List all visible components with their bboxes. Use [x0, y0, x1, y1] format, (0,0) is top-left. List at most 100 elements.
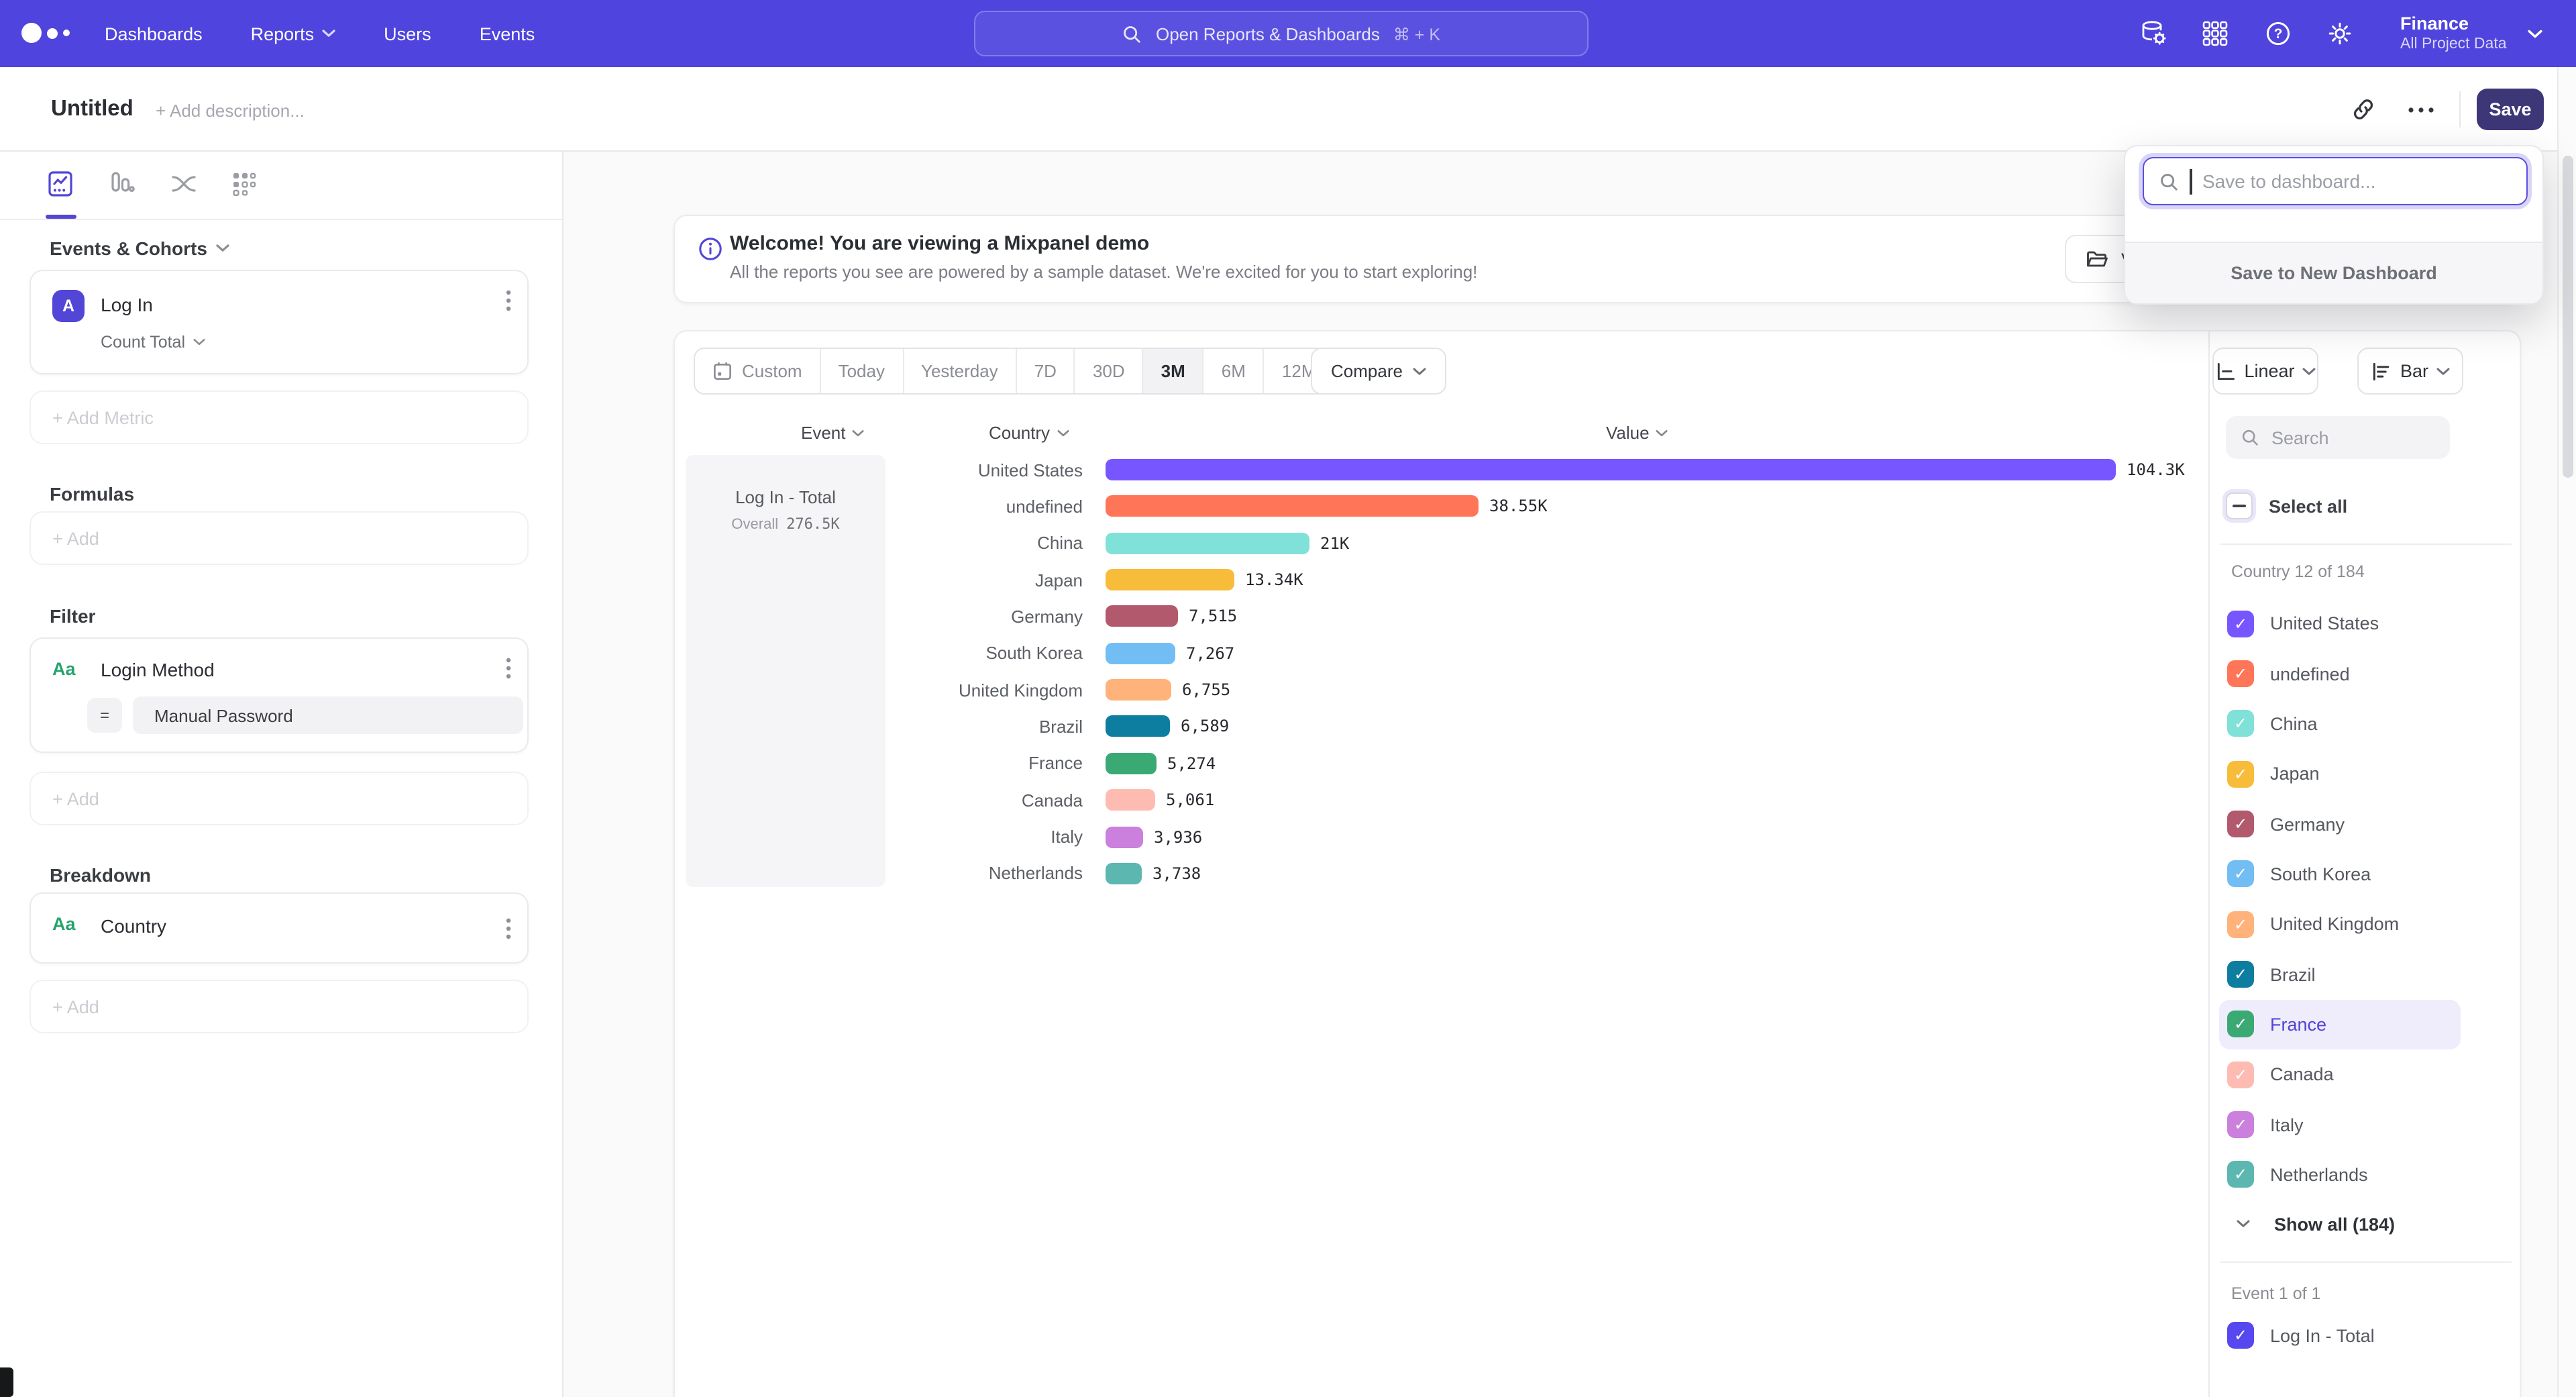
tab-funnels-icon[interactable] — [107, 169, 137, 199]
legend-search-input[interactable]: Search — [2226, 416, 2450, 459]
legend-item-brazil[interactable]: ✓Brazil — [2219, 949, 2461, 1000]
filter-property-name[interactable]: Login Method — [101, 659, 215, 680]
range-today[interactable]: Today — [820, 349, 902, 393]
tab-flows-icon[interactable] — [169, 169, 199, 199]
legend-item-france[interactable]: ✓France — [2219, 1000, 2461, 1050]
checkbox[interactable]: ✓ — [2227, 961, 2254, 988]
bar[interactable] — [1106, 643, 1175, 664]
range-3m[interactable]: 3M — [1142, 349, 1203, 393]
add-filter-button[interactable]: + Add — [30, 772, 529, 825]
bar[interactable] — [1106, 679, 1171, 701]
bar[interactable] — [1106, 459, 2116, 480]
save-dashboard-search-input[interactable]: Save to dashboard... — [2143, 157, 2528, 205]
metric-name[interactable]: Log In — [101, 294, 153, 315]
select-all-row[interactable]: Select all — [2226, 493, 2347, 519]
legend-event-item[interactable]: ✓ Log In - Total — [2227, 1322, 2375, 1349]
bar[interactable] — [1106, 826, 1143, 847]
legend-item-united-states[interactable]: ✓United States — [2219, 599, 2461, 649]
checkbox[interactable]: ✓ — [2227, 1111, 2254, 1138]
help-icon[interactable]: ? — [2263, 19, 2293, 48]
checkbox[interactable]: ✓ — [2227, 911, 2254, 937]
range-30d[interactable]: 30D — [1074, 349, 1142, 393]
checkbox[interactable]: ✓ — [2227, 1322, 2254, 1349]
checkbox[interactable]: ✓ — [2227, 760, 2254, 787]
copy-link-icon[interactable] — [2351, 97, 2376, 122]
checkbox[interactable]: ✓ — [2227, 1062, 2254, 1088]
range-7d[interactable]: 7D — [1016, 349, 1074, 393]
more-actions-icon[interactable] — [2408, 107, 2434, 113]
filter-card-login-method[interactable]: Aa Login Method = Manual Password — [30, 637, 529, 753]
mixpanel-logo[interactable] — [21, 23, 70, 43]
legend-item-south-korea[interactable]: ✓South Korea — [2219, 849, 2461, 899]
show-all-toggle[interactable]: Show all (184) — [2210, 1204, 2395, 1244]
legend-item-germany[interactable]: ✓Germany — [2219, 799, 2461, 849]
legend-item-japan[interactable]: ✓Japan — [2219, 749, 2461, 799]
column-header-value[interactable]: Value — [1606, 423, 1668, 443]
apps-grid-icon[interactable] — [2200, 19, 2230, 48]
report-title[interactable]: Untitled — [51, 97, 133, 122]
legend-item-canada[interactable]: ✓Canada — [2219, 1049, 2461, 1100]
column-header-country[interactable]: Country — [989, 423, 1069, 443]
breakdown-card-country[interactable]: Aa Country — [30, 892, 529, 964]
page-scrollbar[interactable] — [2557, 67, 2576, 1397]
checkbox[interactable]: ✓ — [2227, 711, 2254, 737]
nav-item-events[interactable]: Events — [480, 23, 535, 44]
compare-button[interactable]: Compare — [1311, 348, 1447, 395]
legend-item-netherlands[interactable]: ✓Netherlands — [2219, 1150, 2461, 1200]
bar[interactable] — [1106, 496, 1479, 517]
data-management-icon[interactable] — [2139, 19, 2168, 48]
checkbox[interactable]: ✓ — [2227, 811, 2254, 837]
select-all-checkbox[interactable] — [2226, 493, 2253, 519]
chevron-down-icon[interactable] — [2528, 30, 2542, 39]
events-cohorts-header[interactable]: Events & Cohorts — [50, 238, 230, 259]
project-switcher[interactable]: Finance All Project Data — [2400, 12, 2507, 54]
add-formula-button[interactable]: + Add — [30, 511, 529, 565]
bar[interactable] — [1106, 716, 1170, 737]
checkbox[interactable]: ✓ — [2227, 1161, 2254, 1188]
save-button[interactable]: Save — [2477, 89, 2544, 130]
legend-item-italy[interactable]: ✓Italy — [2219, 1100, 2461, 1150]
range-yesterday[interactable]: Yesterday — [902, 349, 1016, 393]
metric-card-log-in[interactable]: A Log In Count Total — [30, 270, 529, 374]
nav-item-dashboards[interactable]: Dashboards — [105, 23, 203, 44]
bar[interactable] — [1106, 753, 1157, 774]
kebab-menu-icon[interactable] — [506, 918, 511, 939]
scale-selector-button[interactable]: Linear — [2212, 348, 2318, 395]
global-search-button[interactable]: Open Reports & Dashboards ⌘ + K — [974, 11, 1589, 56]
event-series-cell[interactable]: Log In - Total Overall276.5K — [686, 455, 885, 887]
chart-type-button[interactable]: Bar — [2357, 348, 2463, 395]
checkbox[interactable]: ✓ — [2227, 861, 2254, 888]
aggregation-selector[interactable]: Count Total — [101, 333, 205, 352]
bar[interactable] — [1106, 789, 1155, 811]
nav-item-reports[interactable]: Reports — [251, 23, 336, 44]
scrollbar-thumb[interactable] — [2563, 156, 2573, 478]
bar[interactable] — [1106, 863, 1142, 884]
legend-item-undefined[interactable]: ✓undefined — [2219, 649, 2461, 699]
checkbox[interactable]: ✓ — [2227, 1011, 2254, 1038]
legend-item-united-kingdom[interactable]: ✓United Kingdom — [2219, 899, 2461, 949]
settings-gear-icon[interactable] — [2325, 19, 2355, 48]
checkbox[interactable]: ✓ — [2227, 610, 2254, 637]
breakdown-property-name[interactable]: Country — [101, 915, 166, 937]
add-description-placeholder[interactable]: + Add description... — [156, 101, 305, 121]
range-6m[interactable]: 6M — [1203, 349, 1263, 393]
range-custom[interactable]: Custom — [695, 349, 820, 393]
legend-item-china[interactable]: ✓China — [2219, 698, 2461, 749]
add-metric-button[interactable]: + Add Metric — [30, 391, 529, 444]
checkbox[interactable]: ✓ — [2227, 660, 2254, 687]
kebab-menu-icon[interactable] — [506, 290, 511, 311]
kebab-menu-icon[interactable] — [506, 658, 511, 679]
tab-insights-icon[interactable] — [46, 169, 75, 199]
bar[interactable] — [1106, 606, 1178, 627]
tab-retention-icon[interactable] — [229, 169, 259, 199]
filter-operator[interactable]: = — [87, 698, 122, 733]
column-header-event[interactable]: Event — [801, 423, 865, 443]
folder-open-icon — [2085, 247, 2109, 271]
nav-item-users[interactable]: Users — [384, 23, 431, 44]
bar[interactable] — [1106, 569, 1234, 590]
filter-value[interactable]: Manual Password — [133, 696, 523, 734]
formulas-header: Formulas — [50, 483, 134, 505]
save-to-new-dashboard-button[interactable]: Save to New Dashboard — [2125, 242, 2542, 303]
add-breakdown-button[interactable]: + Add — [30, 980, 529, 1033]
bar[interactable] — [1106, 532, 1309, 554]
